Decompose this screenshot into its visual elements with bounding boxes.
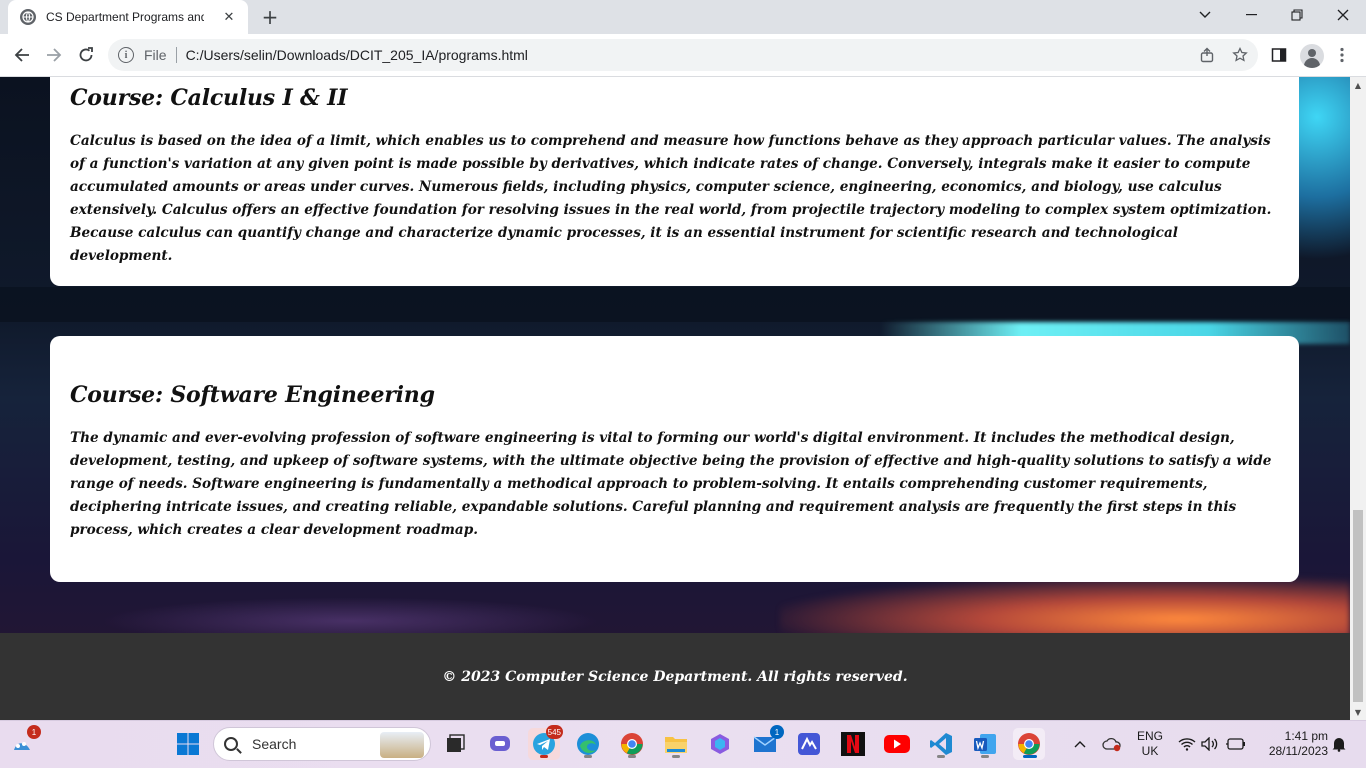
notification-badge: 545 xyxy=(545,725,563,739)
course-card-software-engineering: Course: Software Engineering The dynamic… xyxy=(50,336,1299,582)
mail-icon[interactable]: 1 xyxy=(749,725,784,760)
back-button[interactable] xyxy=(8,41,36,69)
course-description: Calculus is based on the idea of a limit… xyxy=(70,133,1272,264)
word-icon[interactable] xyxy=(969,728,1001,760)
forward-button[interactable] xyxy=(40,41,68,69)
close-tab-icon[interactable]: ✕ xyxy=(220,8,238,26)
site-info-icon[interactable]: i xyxy=(118,47,134,63)
chrome-active-icon[interactable] xyxy=(1013,728,1045,760)
keyboard-layout: UK xyxy=(1141,744,1159,758)
clock-date: 28/11/2023 xyxy=(1268,744,1328,758)
vscode-icon[interactable] xyxy=(925,728,957,760)
course-title: Course: Software Engineering xyxy=(70,382,435,408)
browser-tab-strip: CS Department Programs and C ✕ + xyxy=(0,0,1366,34)
url-separator xyxy=(175,47,177,63)
course-card-calculus: Course: Calculus I & II Calculus is base… xyxy=(50,77,1299,286)
url-scheme-label: File xyxy=(144,47,167,63)
page-scrollbar[interactable]: ▲ ▼ xyxy=(1350,77,1366,720)
search-icon xyxy=(224,737,238,751)
taskbar-search-box[interactable]: Search xyxy=(213,727,431,761)
browser-tab[interactable]: CS Department Programs and C ✕ xyxy=(8,0,248,34)
search-highlight-image xyxy=(380,732,424,758)
course-description: The dynamic and ever-evolving profession… xyxy=(70,430,1272,538)
chrome-menu-icon[interactable] xyxy=(1330,43,1354,67)
volume-icon[interactable] xyxy=(1197,728,1223,760)
cloud-sync-icon[interactable] xyxy=(1096,728,1128,760)
notification-bell-icon[interactable] xyxy=(1328,728,1350,760)
globe-icon xyxy=(20,9,36,25)
page-viewport: Course: Calculus I & II Calculus is base… xyxy=(0,77,1350,720)
running-indicator xyxy=(672,755,680,758)
new-tab-button[interactable]: + xyxy=(258,5,282,29)
search-label: Search xyxy=(252,736,297,752)
running-indicator xyxy=(540,755,548,758)
tab-search-chevron-icon[interactable] xyxy=(1182,0,1228,30)
chrome-icon[interactable] xyxy=(616,728,648,760)
running-indicator xyxy=(937,755,945,758)
edge-icon[interactable] xyxy=(572,728,604,760)
address-bar[interactable]: i File C:/Users/selin/Downloads/DCIT_205… xyxy=(108,39,1258,71)
course-title: Course: Calculus I & II xyxy=(70,85,348,111)
language-code: ENG xyxy=(1136,729,1163,743)
background-glow-purple xyxy=(100,597,600,637)
close-window-button[interactable] xyxy=(1320,0,1366,30)
telegram-icon[interactable]: 545 xyxy=(528,725,563,760)
copilot-icon[interactable] xyxy=(704,728,736,760)
scroll-down-arrow-icon[interactable]: ▼ xyxy=(1350,704,1366,720)
ms-todo-icon[interactable] xyxy=(793,728,825,760)
tab-title: CS Department Programs and C xyxy=(46,10,204,24)
clock-time: 1:41 pm xyxy=(1284,729,1328,743)
running-indicator xyxy=(1023,755,1037,758)
battery-icon[interactable] xyxy=(1222,728,1250,760)
page-footer: © 2023 Computer Science Department. All … xyxy=(0,633,1350,720)
widgets-icon[interactable]: 1 xyxy=(6,725,41,760)
clock[interactable]: 1:41 pm 28/11/2023 xyxy=(1256,729,1328,759)
background-glow-orange xyxy=(780,577,1350,637)
share-icon[interactable] xyxy=(1196,43,1220,67)
youtube-icon[interactable] xyxy=(881,728,913,760)
profile-avatar-icon[interactable] xyxy=(1300,44,1324,68)
file-explorer-icon[interactable] xyxy=(660,728,692,760)
notification-badge: 1 xyxy=(770,725,784,739)
running-indicator xyxy=(628,755,636,758)
notification-badge: 1 xyxy=(27,725,41,739)
running-indicator xyxy=(981,755,989,758)
task-view-icon[interactable] xyxy=(439,728,471,760)
restore-button[interactable] xyxy=(1274,0,1320,30)
scrollbar-thumb[interactable] xyxy=(1353,510,1363,702)
scroll-up-arrow-icon[interactable]: ▲ xyxy=(1350,77,1366,93)
side-panel-icon[interactable] xyxy=(1267,43,1291,67)
reload-button[interactable] xyxy=(72,41,100,69)
language-indicator[interactable]: ENG UK xyxy=(1130,729,1170,759)
background-image xyxy=(0,287,1350,322)
url-text[interactable]: C:/Users/selin/Downloads/DCIT_205_IA/pro… xyxy=(186,47,528,63)
start-icon[interactable] xyxy=(172,728,204,760)
teams-chat-icon[interactable] xyxy=(484,728,516,760)
netflix-icon[interactable] xyxy=(837,728,869,760)
footer-copyright: © 2023 Computer Science Department. All … xyxy=(442,668,908,685)
chevron-up-icon[interactable] xyxy=(1064,728,1096,760)
bookmark-star-icon[interactable] xyxy=(1228,43,1252,67)
running-indicator xyxy=(584,755,592,758)
minimize-button[interactable] xyxy=(1228,0,1274,30)
browser-toolbar: i File C:/Users/selin/Downloads/DCIT_205… xyxy=(0,34,1366,77)
